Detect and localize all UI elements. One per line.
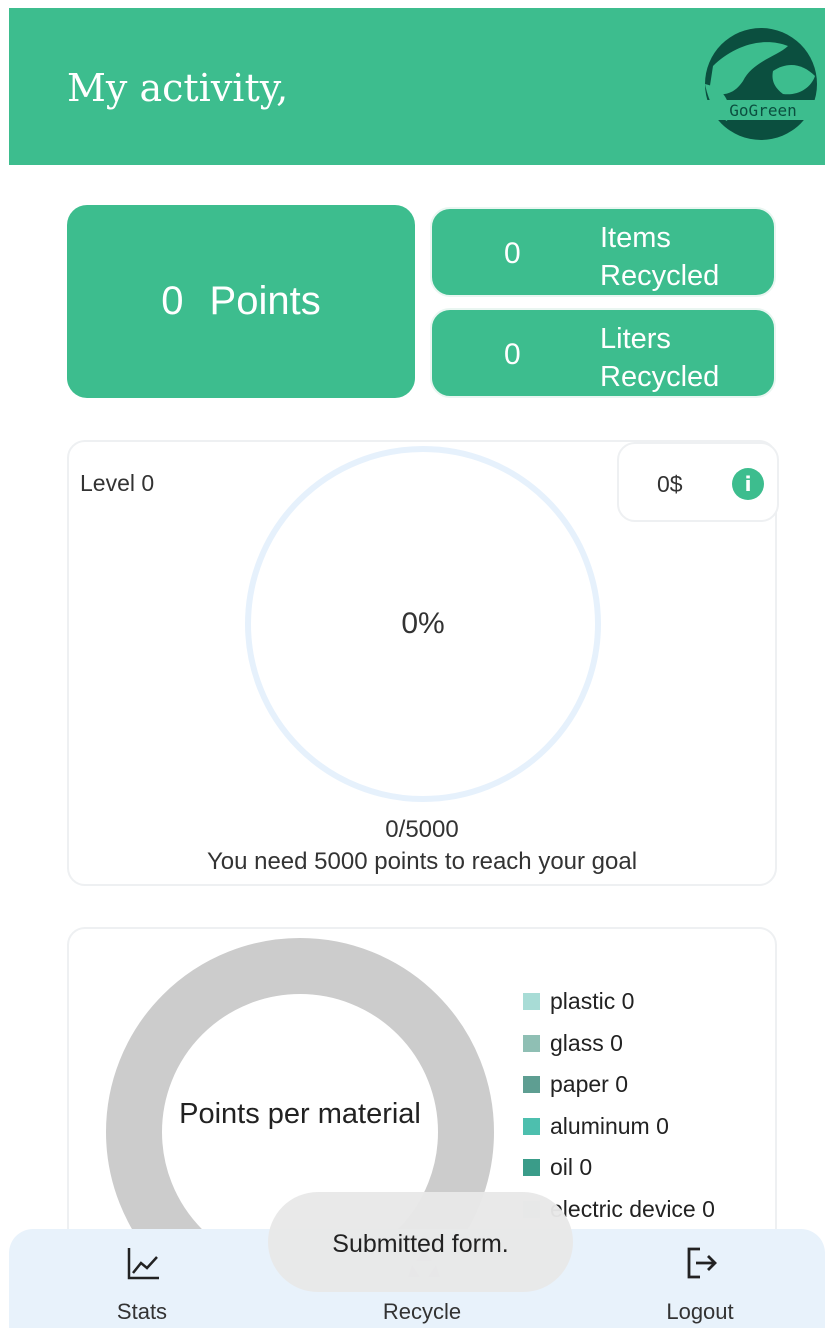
legend-label: oil 0 — [550, 1154, 593, 1181]
legend-item-plastic: plastic 0 — [523, 981, 715, 1023]
legend-swatch — [523, 1117, 540, 1135]
legend-label: aluminum 0 — [550, 1112, 669, 1139]
liters-recycled-card: 0 Liters Recycled — [430, 308, 776, 398]
goal-message: You need 5000 points to reach your goal — [206, 848, 638, 875]
points-card: 0 Points — [67, 205, 415, 398]
legend-item-paper: paper 0 — [523, 1064, 715, 1106]
money-chip[interactable]: 0$ i — [617, 442, 779, 522]
legend-label: electric device 0 — [550, 1195, 715, 1222]
nav-logout-label: Logout — [666, 1299, 734, 1324]
legend-swatch — [523, 993, 540, 1011]
nav-logout[interactable]: Logout — [600, 1229, 800, 1328]
legend-swatch — [523, 1159, 540, 1177]
legend-label: paper 0 — [550, 1071, 629, 1098]
money-amount: 0$ — [657, 471, 683, 497]
legend-item-oil: oil 0 — [523, 1147, 715, 1189]
points-value: 0 — [161, 279, 184, 323]
page-title: My activity, — [67, 66, 289, 110]
chart-line-icon — [127, 1248, 159, 1280]
info-icon[interactable]: i — [732, 468, 764, 500]
liters-recycled-value: 0 — [504, 338, 521, 371]
legend-swatch — [523, 1076, 540, 1094]
legend-label: plastic 0 — [550, 988, 635, 1015]
nav-stats[interactable]: Stats — [42, 1229, 242, 1328]
toast-message: Submitted form. — [268, 1192, 573, 1292]
progress-percent: 0% — [401, 607, 445, 640]
legend-item-aluminum: aluminum 0 — [523, 1106, 715, 1148]
liters-recycled-label: Liters Recycled — [600, 323, 720, 393]
nav-stats-label: Stats — [116, 1299, 168, 1324]
goal-count: 0/5000 — [385, 816, 459, 843]
material-legend: plastic 0 glass 0 paper 0 aluminum 0 oil… — [523, 981, 715, 1230]
legend-label: glass 0 — [550, 1029, 623, 1056]
legend-swatch — [523, 1034, 540, 1052]
donut-center-label: Points per material — [179, 1098, 421, 1130]
svg-text:GoGreen: GoGreen — [729, 101, 796, 120]
points-label: Points — [209, 279, 321, 323]
logout-icon — [687, 1247, 717, 1279]
level-label: Level 0 — [80, 470, 155, 496]
app-header: My activity, GoGreen — [9, 8, 825, 165]
legend-item-glass: glass 0 — [523, 1023, 715, 1065]
level-progress-card: Level 0 0$ i 0% 0/5000 You need 5000 poi… — [67, 440, 779, 886]
nav-recycle-label: Recycle — [382, 1299, 462, 1324]
items-recycled-label: Items Recycled — [600, 222, 720, 292]
items-recycled-value: 0 — [504, 237, 521, 270]
gogreen-logo: GoGreen — [703, 26, 819, 142]
items-recycled-card: 0 Items Recycled — [430, 207, 776, 297]
